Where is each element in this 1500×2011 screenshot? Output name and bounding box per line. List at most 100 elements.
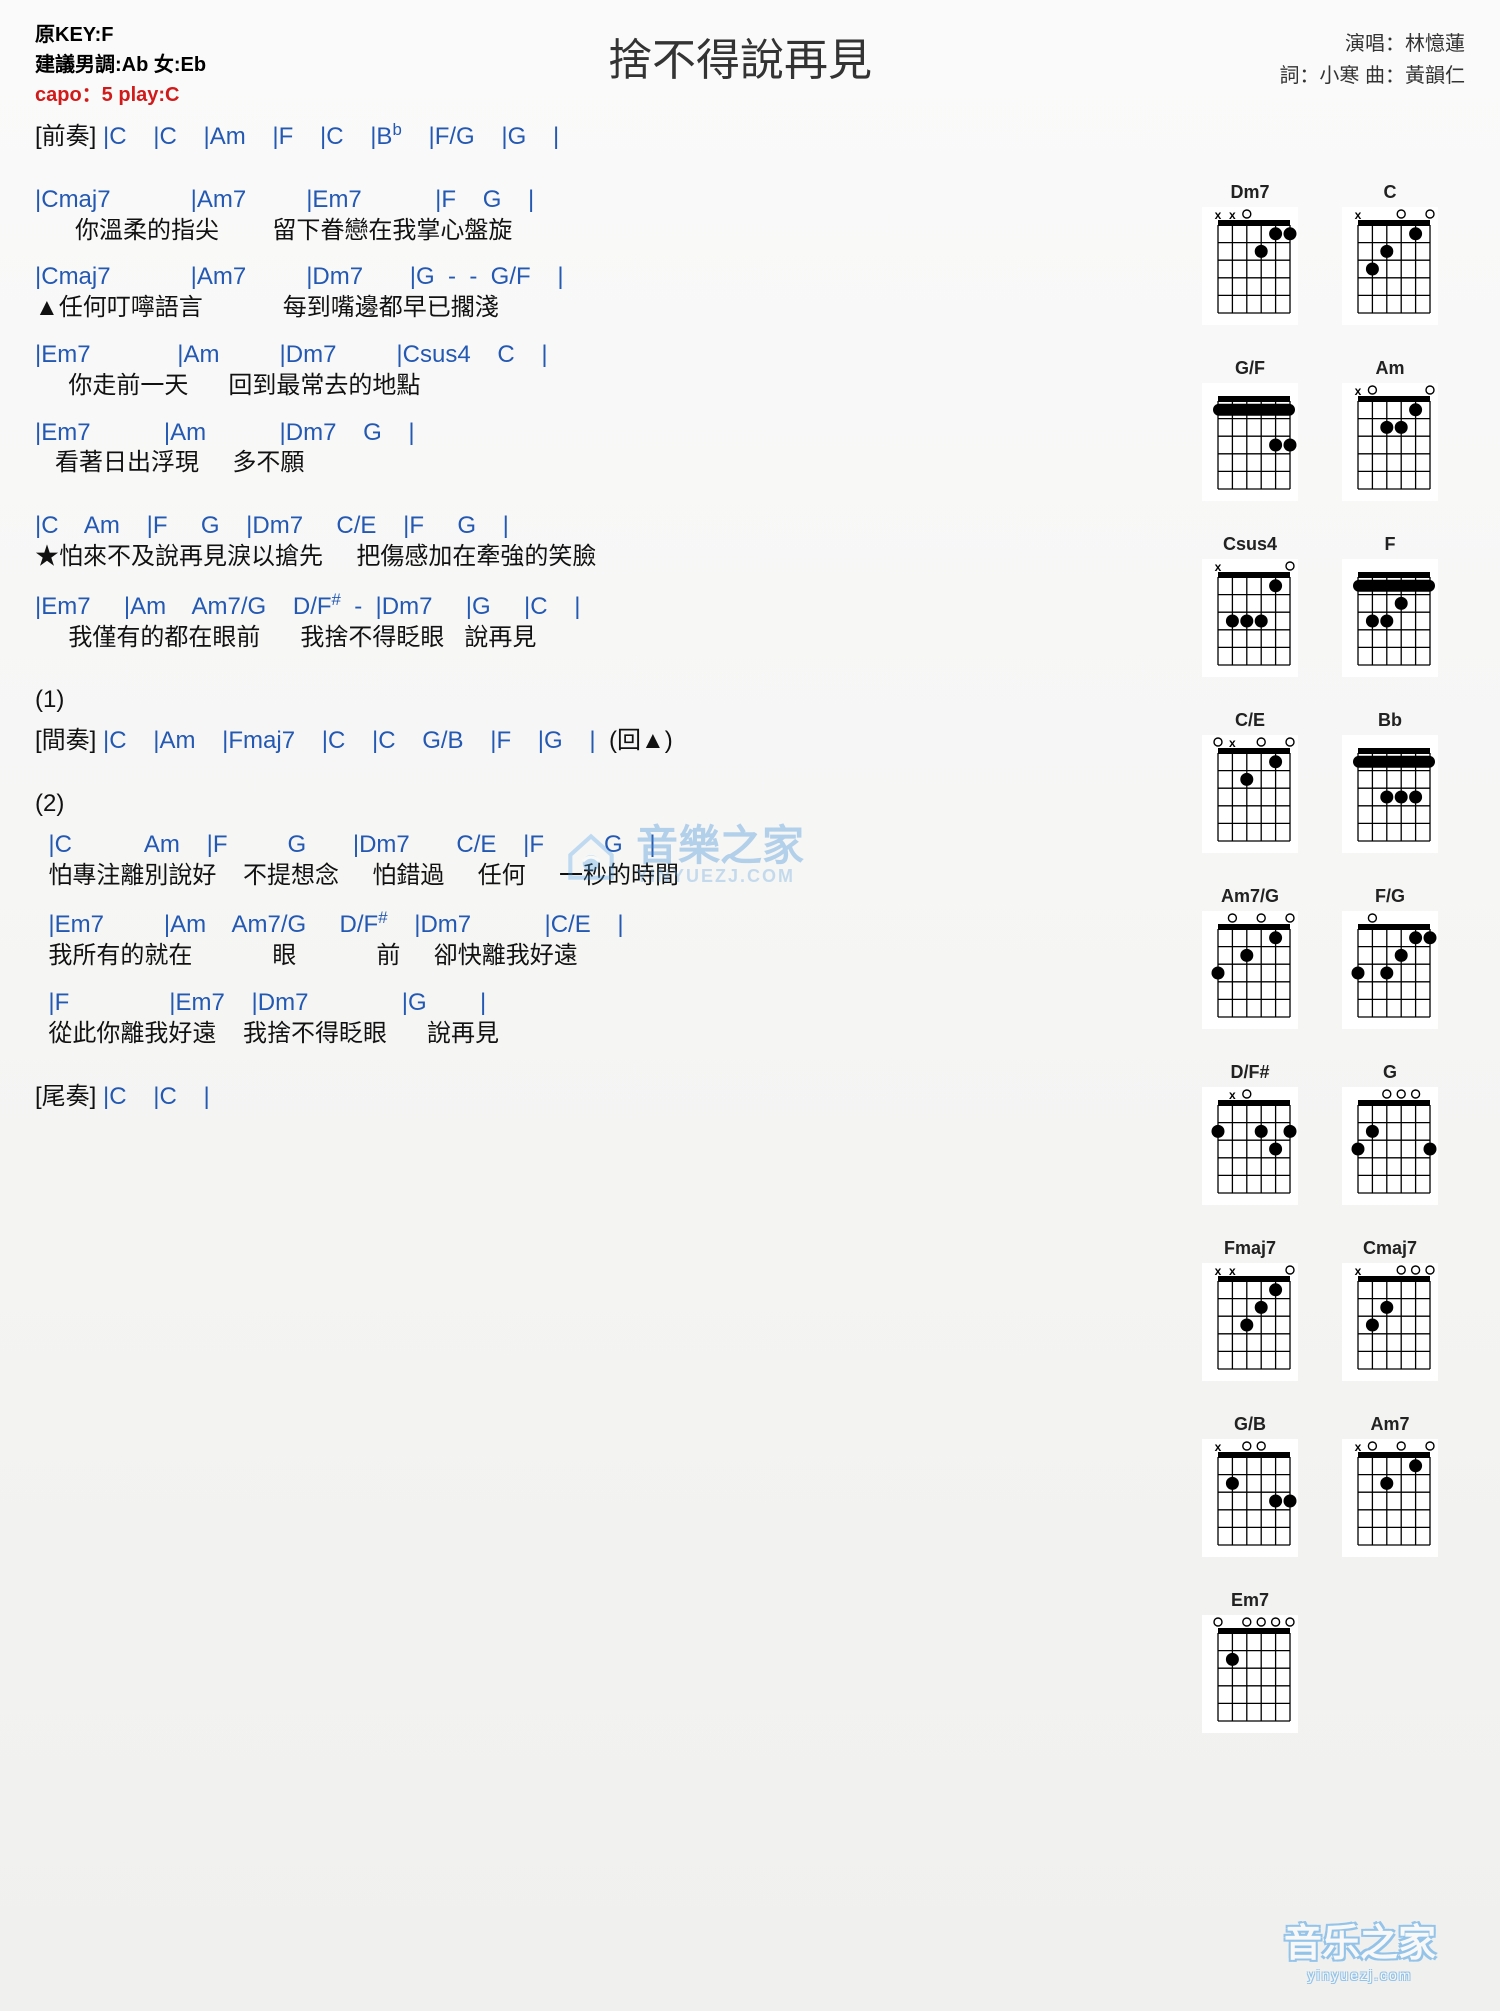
svg-text:x: x	[1229, 208, 1236, 222]
chord-grid	[1202, 1615, 1298, 1738]
chord-label: Am	[1375, 358, 1404, 379]
outro-label: [尾奏]	[35, 1083, 96, 1110]
chord-diagram-cmaj7: Cmaj7x	[1335, 1238, 1445, 1386]
ch-l1: ★怕來不及說再見淚以搶先 把傷感加在牽強的笑臉	[35, 543, 1177, 572]
svg-text:x: x	[1355, 1440, 1362, 1454]
chord-diagram-g: G	[1335, 1062, 1445, 1210]
chord-diagram-fmaj7: Fmaj7xx	[1195, 1238, 1305, 1386]
chord-grid	[1202, 911, 1298, 1034]
chord-grid: x	[1202, 1439, 1298, 1562]
interlude-label: [間奏]	[35, 727, 96, 754]
svg-text:x: x	[1215, 560, 1222, 574]
v1-l3: 你走前一天 回到最常去的地點	[35, 372, 1177, 401]
suggest-key: 建議男調:Ab 女:Eb	[35, 50, 275, 80]
v2-l3: 從此你離我好遠 我捨不得眨眼 說再見	[35, 1020, 1177, 1049]
chord-label: Bb	[1378, 710, 1402, 731]
svg-text:x: x	[1215, 1264, 1222, 1278]
main-row: [前奏] |C |C |Am |F |C |Bb |F/G |G | |Cmaj…	[35, 120, 1465, 1738]
svg-text:x: x	[1215, 208, 1222, 222]
watermark-url: YINYUEZJ.COM	[636, 867, 804, 885]
num-1: (1)	[35, 686, 1177, 715]
watermark-logo: 音樂之家 YINYUEZJ.COM	[560, 800, 920, 910]
chord-grid: x	[1342, 383, 1438, 506]
intro-chords-a: |C |C |Am |F |C |B	[96, 123, 392, 150]
outro-chords: |C |C |	[96, 1083, 209, 1110]
chord-row: Em7	[1195, 1590, 1465, 1738]
chord-grid: x	[1202, 735, 1298, 858]
chord-label: G/B	[1234, 1414, 1266, 1435]
interlude-chords: |C |Am |Fmaj7 |C |C G/B |F |G |	[96, 727, 609, 754]
v1-c4: |Em7 |Am |Dm7 G |	[35, 419, 1177, 448]
svg-text:x: x	[1355, 1264, 1362, 1278]
chord-diagram-bb: Bb	[1335, 710, 1445, 858]
svg-text:x: x	[1355, 384, 1362, 398]
chord-label: D/F#	[1230, 1062, 1269, 1083]
ch-l2: 我僅有的都在眼前 我捨不得眨眼 說再見	[35, 624, 1177, 653]
watermark-text: 音樂之家	[636, 825, 804, 867]
song-title: 捨不得說再見	[275, 20, 1205, 88]
credit-singer: 演唱：林憶蓮	[1205, 28, 1465, 60]
flat-symbol: b	[392, 120, 401, 139]
v2-c3: |F |Em7 |Dm7 |G |	[35, 989, 1177, 1018]
chord-grid: xx	[1202, 1263, 1298, 1386]
chord-grid: x	[1202, 559, 1298, 682]
sheet-area: [前奏] |C |C |Am |F |C |Bb |F/G |G | |Cmaj…	[35, 120, 1195, 1738]
chord-grid: x	[1342, 207, 1438, 330]
chord-grid	[1342, 1087, 1438, 1210]
v2-c2: |Em7 |Am Am7/G D/F# |Dm7 |C/E |	[35, 908, 1177, 940]
v1-c3: |Em7 |Am |Dm7 |Csus4 C |	[35, 341, 1177, 370]
original-key: 原KEY:F	[35, 20, 275, 50]
chord-label: Dm7	[1230, 182, 1269, 203]
chord-diagram-am: Amx	[1335, 358, 1445, 506]
bottom-logo-text: 音乐之家	[1284, 1912, 1436, 1967]
chord-row: Am7/G F/G	[1195, 886, 1465, 1034]
chord-grid: x	[1342, 1439, 1438, 1562]
chord-diagrams-column: Dm7xxCxG/FAmxCsus4xFC/ExBbAm7/GF/GD/F#xG…	[1195, 120, 1465, 1738]
intro-label: [前奏]	[35, 123, 96, 150]
bottom-logo-url: yinyuezj.com	[1308, 1967, 1413, 1983]
chord-row: G/B x Am7 x	[1195, 1414, 1465, 1562]
chord-label: Csus4	[1223, 534, 1277, 555]
chorus: |C Am |F G |Dm7 C/E |F G | ★怕來不及說再見淚以搶先 …	[35, 512, 1177, 652]
capo-line: capo：5 play:C	[35, 80, 275, 110]
chord-grid	[1202, 383, 1298, 506]
chord-label: F	[1385, 534, 1396, 555]
chord-diagram-am7: Am7 x	[1335, 1414, 1445, 1562]
chord-diagram-em7: Em7	[1195, 1590, 1305, 1738]
chord-row: D/F# x G	[1195, 1062, 1465, 1210]
chord-diagram-ce: C/E x	[1195, 710, 1305, 858]
chord-row: C/E x Bb	[1195, 710, 1465, 858]
meta-right: 演唱：林憶蓮 詞：小寒 曲：黃韻仁	[1205, 20, 1465, 92]
chord-diagram-fg: F/G	[1335, 886, 1445, 1034]
chord-label: Am7	[1370, 1414, 1409, 1435]
chord-label: G/F	[1235, 358, 1265, 379]
v1-l4: 看著日出浮現 多不願	[35, 449, 1177, 478]
chord-grid: xx	[1202, 207, 1298, 330]
chord-grid	[1342, 911, 1438, 1034]
chord-label: C/E	[1235, 710, 1265, 731]
chord-row: Csus4x F	[1195, 534, 1465, 682]
chord-label: G	[1383, 1062, 1397, 1083]
chord-diagram-am7g: Am7/G	[1195, 886, 1305, 1034]
chord-diagram-df: D/F# x	[1195, 1062, 1305, 1210]
chord-label: Fmaj7	[1224, 1238, 1276, 1259]
svg-text:x: x	[1229, 1088, 1236, 1102]
chord-diagram-f: F	[1335, 534, 1445, 682]
chord-grid	[1342, 735, 1438, 858]
ch-c1: |C Am |F G |Dm7 C/E |F G |	[35, 512, 1177, 541]
intro-chords-b: |F/G |G |	[402, 123, 559, 150]
svg-text:x: x	[1229, 1264, 1236, 1278]
outro: [尾奏] |C |C |	[35, 1083, 1177, 1112]
chord-diagram-gb: G/B x	[1195, 1414, 1305, 1562]
chord-row: G/F Amx	[1195, 358, 1465, 506]
bottom-logo: 音乐之家 yinyuezj.com	[1250, 1907, 1470, 1987]
chord-label: Cmaj7	[1363, 1238, 1417, 1259]
chord-label: Am7/G	[1221, 886, 1279, 907]
interlude-line: [間奏] |C |Am |Fmaj7 |C |C G/B |F |G | (回▲…	[35, 727, 1177, 756]
svg-text:x: x	[1355, 208, 1362, 222]
intro-line: [前奏] |C |C |Am |F |C |Bb |F/G |G |	[35, 120, 1177, 152]
v1-l1: 你溫柔的指尖 留下眷戀在我掌心盤旋	[35, 217, 1177, 246]
chord-grid: x	[1342, 1263, 1438, 1386]
chord-diagram-dm7: Dm7 xx	[1195, 182, 1305, 330]
chord-diagram-c: Cx	[1335, 182, 1445, 330]
